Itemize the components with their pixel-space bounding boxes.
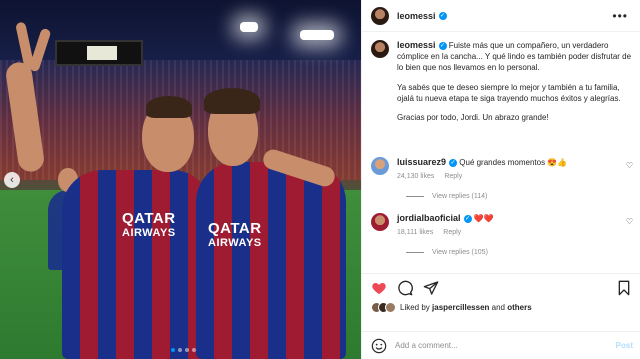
post-actions [362, 273, 640, 301]
verified-badge-icon: ✓ [449, 158, 458, 167]
post-header: leomessi ✓ ••• [362, 0, 640, 32]
avatar[interactable] [371, 213, 389, 231]
likes-others[interactable]: others [507, 303, 531, 312]
comment-username[interactable]: luissuarez9 [397, 157, 446, 167]
reply-button[interactable]: Reply [444, 173, 462, 180]
verified-badge-icon: ✓ [438, 41, 447, 50]
more-options-icon[interactable]: ••• [612, 9, 628, 23]
shirt-left [62, 170, 212, 359]
view-replies-button[interactable]: View replies (114) [406, 193, 487, 200]
post-photo[interactable]: QATAR AIRWAYS QATAR AIRWAYS ‹ [0, 0, 361, 359]
comment-item: luissuarez9 ✓ Qué grandes momentos 😍👍 24,… [371, 157, 633, 180]
comment-icon[interactable] [397, 280, 413, 296]
carousel-dot [178, 348, 182, 352]
verified-badge-icon: ✓ [463, 214, 472, 223]
likes-summary[interactable]: Liked by jaspercillessen and others [371, 302, 532, 313]
caption-paragraph: Ya sabés que te deseo siempre lo mejor y… [397, 82, 621, 103]
comment-item: jordialbaoficial ✓ ❤️❤️ 18,111 likes Repl… [371, 213, 633, 236]
comment-text: ❤️❤️ [473, 214, 494, 223]
comment-heart-icon[interactable]: ♡ [626, 161, 633, 170]
reply-button[interactable]: Reply [443, 229, 461, 236]
comment-heart-icon[interactable]: ♡ [626, 217, 633, 226]
share-icon[interactable] [423, 280, 439, 296]
emoji-icon[interactable] [371, 338, 387, 354]
verified-badge-icon: ✓ [438, 11, 447, 20]
author-username[interactable]: leomessi [397, 11, 436, 21]
caption-paragraph: Gracias por todo, Jordi. Un abrazo grand… [397, 113, 549, 123]
comment-input[interactable] [395, 341, 595, 350]
carousel-dot [171, 348, 175, 352]
hair-right [204, 88, 260, 114]
caption-username[interactable]: leomessi [397, 40, 436, 50]
sponsor-right: QATAR AIRWAYS [208, 220, 262, 249]
heart-icon[interactable] [371, 280, 387, 296]
scoreboard [55, 40, 143, 66]
previous-image-button[interactable]: ‹ [4, 172, 20, 188]
bookmark-icon[interactable] [616, 280, 632, 296]
shirt-right [196, 162, 346, 359]
liker-username[interactable]: jaspercillessen [432, 303, 489, 312]
carousel-dot [192, 348, 196, 352]
comment-text: Qué grandes momentos 😍👍 [459, 158, 568, 167]
stadium-light [240, 22, 258, 32]
sponsor-left: QATAR AIRWAYS [122, 210, 176, 239]
view-replies-button[interactable]: View replies (105) [406, 249, 488, 256]
caption-text: leomessi ✓ Fuiste más que un compañero, u… [397, 40, 633, 131]
liker-avatar [385, 302, 396, 313]
avatar[interactable] [371, 40, 389, 58]
post-side-panel: leomessi ✓ ••• leomessi ✓ Fuiste más que … [361, 0, 640, 359]
carousel-dots [171, 348, 196, 352]
post-comment-button[interactable]: Post [616, 341, 633, 350]
stadium-light [300, 30, 334, 40]
carousel-dot [185, 348, 189, 352]
comment-likes[interactable]: 24,130 likes [397, 173, 434, 180]
hair-left [146, 96, 192, 118]
comment-likes[interactable]: 18,111 likes [397, 229, 433, 236]
likes-middle: and [489, 303, 508, 312]
avatar[interactable] [371, 157, 389, 175]
avatar[interactable] [371, 6, 389, 25]
add-comment-bar: Post [362, 331, 640, 359]
comment-username[interactable]: jordialbaoficial [397, 213, 461, 223]
likes-prefix: Liked by [400, 303, 433, 312]
caption: leomessi ✓ Fuiste más que un compañero, u… [371, 40, 633, 131]
